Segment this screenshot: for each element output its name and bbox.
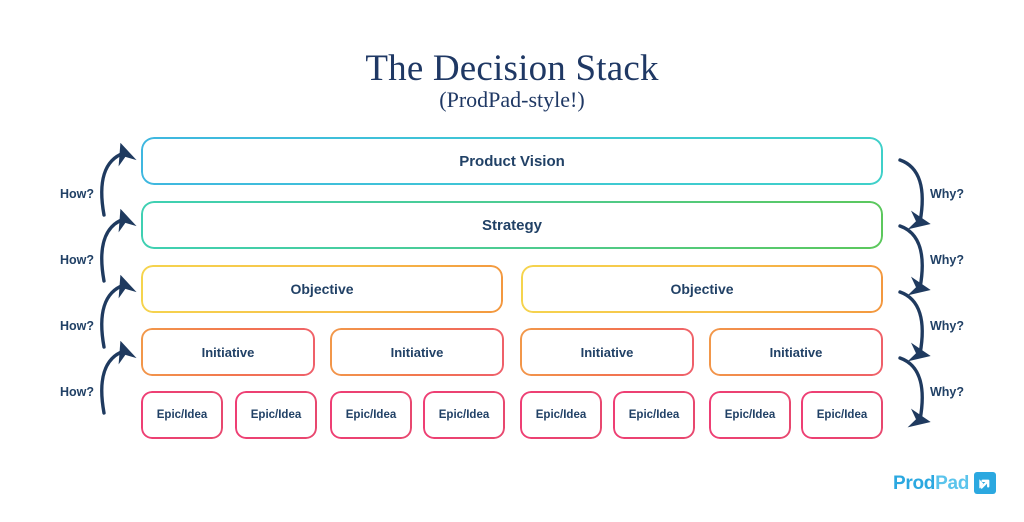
box-label: Epic/Idea xyxy=(535,409,587,421)
box-epic-5[interactable]: Epic/Idea xyxy=(520,391,602,439)
left-arrow-group xyxy=(100,142,137,415)
box-label: Epic/Idea xyxy=(724,409,776,421)
page-title: The Decision Stack xyxy=(365,48,659,89)
box-label: Epic/Idea xyxy=(816,409,868,421)
box-epic-7[interactable]: Epic/Idea xyxy=(709,391,791,439)
box-label: Epic/Idea xyxy=(156,409,208,421)
box-initiative-3[interactable]: Initiative xyxy=(520,328,694,376)
box-objective-2[interactable]: Objective xyxy=(521,265,883,313)
box-objective-1[interactable]: Objective xyxy=(141,265,503,313)
arrow-why-4 xyxy=(898,356,931,428)
box-epic-3[interactable]: Epic/Idea xyxy=(330,391,412,439)
label-how-1: How? xyxy=(60,187,95,201)
label-why-4: Why? xyxy=(930,385,965,399)
box-label: Epic/Idea xyxy=(345,409,397,421)
label-how-2: How? xyxy=(60,253,95,267)
box-label: Strategy xyxy=(481,216,543,234)
box-epic-4[interactable]: Epic/Idea xyxy=(423,391,505,439)
prodpad-arrow-icon xyxy=(974,472,997,494)
box-label: Initiative xyxy=(580,344,634,360)
arrow-how-2 xyxy=(100,208,137,283)
box-strategy[interactable]: Strategy xyxy=(141,201,883,249)
box-product-vision[interactable]: Product Vision xyxy=(141,137,883,185)
box-initiative-4[interactable]: Initiative xyxy=(709,328,883,376)
box-label: Initiative xyxy=(390,344,444,360)
label-why-3: Why? xyxy=(930,319,965,333)
box-epic-2[interactable]: Epic/Idea xyxy=(235,391,317,439)
box-initiative-2[interactable]: Initiative xyxy=(330,328,504,376)
arrow-why-2 xyxy=(898,224,931,296)
box-label: Epic/Idea xyxy=(250,409,302,421)
prodpad-logo[interactable]: Prod Pad xyxy=(893,470,997,496)
label-how-4: How? xyxy=(60,385,95,399)
box-label: Initiative xyxy=(201,344,255,360)
logo-text-pad: Pad xyxy=(935,472,970,494)
box-label: Initiative xyxy=(769,344,823,360)
right-arrow-group xyxy=(898,158,931,428)
box-epic-1[interactable]: Epic/Idea xyxy=(141,391,223,439)
box-label: Epic/Idea xyxy=(438,409,490,421)
logo-text-prod: Prod xyxy=(893,472,936,494)
page-subtitle: (ProdPad-style!) xyxy=(439,87,585,112)
box-epic-8[interactable]: Epic/Idea xyxy=(801,391,883,439)
arrow-how-1 xyxy=(100,142,137,217)
box-epic-6[interactable]: Epic/Idea xyxy=(613,391,695,439)
box-label: Epic/Idea xyxy=(628,409,680,421)
box-label: Objective xyxy=(290,281,354,297)
diagram-canvas: The Decision Stack (ProdPad-style!) Prod… xyxy=(0,0,1024,522)
arrow-why-3 xyxy=(898,290,931,362)
arrow-why-1 xyxy=(898,158,931,230)
label-why-2: Why? xyxy=(930,253,965,267)
label-how-3: How? xyxy=(60,319,95,333)
box-label: Product Vision xyxy=(459,152,565,170)
label-why-1: Why? xyxy=(930,187,965,201)
box-initiative-1[interactable]: Initiative xyxy=(141,328,315,376)
arrow-how-3 xyxy=(100,274,137,349)
arrow-how-4 xyxy=(100,340,137,415)
box-label: Objective xyxy=(670,281,734,297)
